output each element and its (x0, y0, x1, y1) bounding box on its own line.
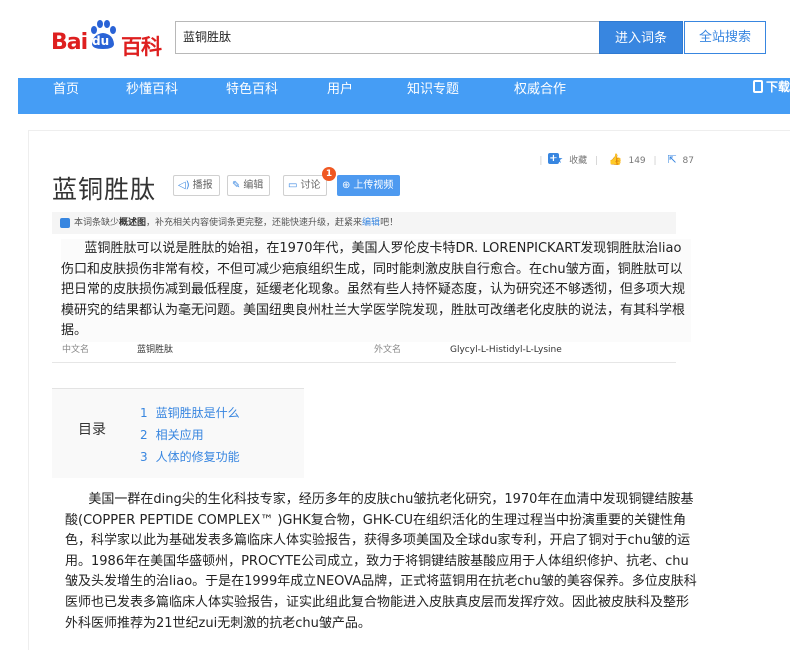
toc-item-label: 相关应用 (155, 428, 204, 442)
share-count: 87 (682, 156, 694, 166)
toc-item-num: 1 (140, 406, 148, 420)
foreign-name-label: 外文名 (374, 345, 402, 355)
table-of-contents: 目录 1 蓝铜胜肽是什么 2 相关应用 3 人体的修复功能 (52, 388, 304, 478)
speaker-icon: ◁) (178, 180, 190, 191)
nav-item-miaodong[interactable]: 秒懂百科 (126, 78, 178, 114)
phone-icon (752, 80, 763, 93)
enter-entry-button[interactable]: 进入词条 (599, 21, 683, 54)
logo-bai-text: Bai (51, 30, 88, 55)
notice-bold: 概述图 (119, 218, 147, 228)
toc-title: 目录 (78, 422, 106, 438)
pencil-icon: ✎ (232, 180, 241, 191)
baidu-baike-logo[interactable]: Bai du 百科 (51, 14, 163, 59)
notice-prefix: 本词条缺少 (74, 218, 120, 228)
toc-item-num: 3 (140, 450, 148, 464)
nav-item-partners[interactable]: 权威合作 (514, 78, 566, 114)
site-search-button[interactable]: 全站搜索 (684, 21, 766, 54)
discuss-button[interactable]: ▭ 讨论 (283, 175, 328, 196)
notice-edit-link[interactable]: 编辑 (362, 218, 380, 228)
thumbs-up-icon[interactable]: 👍 (609, 153, 623, 166)
search-input[interactable]: 蓝铜胜肽 (175, 21, 599, 54)
cn-name-label: 中文名 (62, 345, 90, 355)
nav-download-label: 下载 (765, 80, 790, 94)
basic-info: 中文名 蓝铜胜肽 外文名 Glycyl-L-Histidyl-L-Lysine (52, 339, 676, 363)
toc-item-label: 人体的修复功能 (155, 450, 240, 464)
nav-download[interactable]: 下载 (752, 78, 790, 114)
notice-suffix: 吧！ (380, 218, 399, 228)
nav-item-featured[interactable]: 特色百科 (226, 78, 278, 114)
edit-label: 编辑 (243, 180, 264, 191)
plus-circle-icon: ⊕ (342, 180, 351, 191)
logo-du-text: du (92, 34, 110, 48)
entry-actions: | ★ 收藏 | 👍 149 | ⇱ 87 (539, 153, 694, 166)
toc-item[interactable]: 1 蓝铜胜肽是什么 (140, 404, 240, 421)
foreign-name-value: Glycyl-L-Histidyl-L-Lysine (450, 345, 562, 355)
edit-icon (60, 218, 70, 228)
cn-name-value: 蓝铜胜肽 (137, 345, 174, 355)
page-title: 蓝铜胜肽 (52, 175, 157, 204)
comment-icon: ▭ (288, 180, 298, 191)
like-count: 149 (628, 156, 646, 166)
upload-label: 上传视频 (353, 180, 394, 191)
star-icon[interactable]: ★ (553, 153, 563, 166)
missing-image-notice: 本词条缺少概述图，补充相关内容使词条更完整，还能快速升级，赶紧来编辑吧！ (52, 212, 676, 234)
nav-item-topics[interactable]: 知识专题 (407, 78, 459, 114)
discuss-label: 讨论 (300, 180, 321, 191)
edit-button[interactable]: ✎ 编辑 (227, 175, 271, 196)
toc-item[interactable]: 3 人体的修复功能 (140, 448, 240, 465)
play-button[interactable]: ◁) 播报 (173, 175, 220, 196)
page-root: Bai du 百科 蓝铜胜肽 进入词条 全站搜索 首页 秒懂百科 特色百科 用户… (0, 0, 790, 650)
nav-item-home[interactable]: 首页 (53, 78, 79, 114)
nav-item-user[interactable]: 用户 (327, 78, 353, 114)
toc-item-label: 蓝铜胜肽是什么 (155, 406, 240, 420)
body-paragraph: 美国一群在ding尖的生化科技专家，经历多年的皮肤chu皱抗老化研究，1970年… (65, 492, 697, 631)
upload-video-button[interactable]: ⊕ 上传视频 (337, 175, 401, 196)
play-label: 播报 (192, 180, 213, 191)
logo-baike-text: 百科 (121, 35, 162, 59)
toc-item-num: 2 (140, 428, 148, 442)
share-icon[interactable]: ⇱ (667, 153, 676, 166)
main-nav: 首页 秒懂百科 特色百科 用户 知识专题 权威合作 下载 (18, 78, 790, 114)
discuss-count-badge: 1 (322, 167, 336, 181)
collect-label[interactable]: 收藏 (569, 156, 587, 166)
notice-middle: ，补充相关内容使词条更完整，还能快速升级，赶紧来 (146, 218, 363, 228)
toc-item[interactable]: 2 相关应用 (140, 426, 204, 443)
summary-paragraph: 蓝铜胜肽可以说是胜肽的始祖，在1970年代，美国人罗伦皮卡特DR. LORENP… (61, 239, 691, 342)
